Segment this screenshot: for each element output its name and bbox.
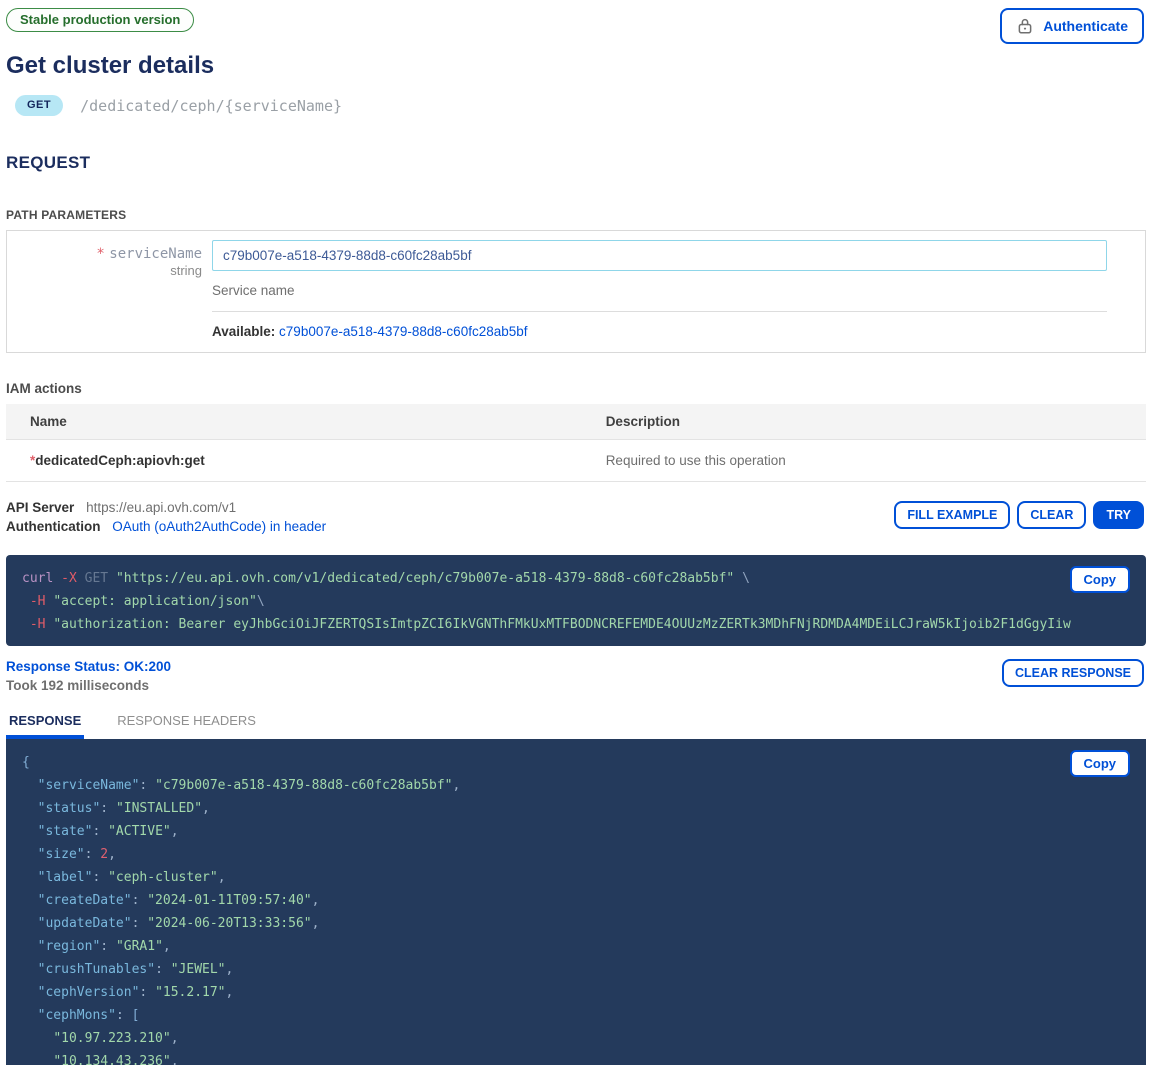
code-line: "label": "ceph-cluster", [22,866,1130,889]
curl-code-block: curl -X GET "https://eu.api.ovh.com/v1/d… [6,555,1146,646]
authenticate-button[interactable]: Authenticate [1000,8,1144,44]
code-line: "cephVersion": "15.2.17", [22,981,1130,1004]
available-label: Available: [212,324,275,339]
authenticate-label: Authenticate [1043,18,1128,34]
version-badge: Stable production version [6,8,194,32]
available-value-link[interactable]: c79b007e-a518-4379-88d8-c60fc28ab5bf [279,324,527,339]
response-json: { "serviceName": "c79b007e-a518-4379-88d… [22,751,1130,1065]
param-row: * serviceName string Service name Availa… [7,235,1145,339]
lock-icon [1016,17,1034,35]
iam-col-name: Name [6,404,582,440]
iam-col-description: Description [582,404,1146,440]
page-title: Get cluster details [6,52,1146,80]
path-parameters-title: PATH PARAMETERS [6,208,1146,222]
server-auth-block: API Server https://eu.api.ovh.com/v1 Aut… [6,499,1146,535]
code-line: "10.134.43.236", [22,1050,1130,1065]
iam-action-description: Required to use this operation [582,440,1146,482]
service-name-input[interactable] [212,240,1107,271]
code-line: "crushTunables": "JEWEL", [22,958,1130,981]
method-badge: GET [15,95,63,116]
code-line: "createDate": "2024-01-11T09:57:40", [22,889,1130,912]
action-buttons: FILL EXAMPLE CLEAR TRY [894,501,1144,529]
endpoint-row: GET /dedicated/ceph/{serviceName} [15,95,1146,116]
param-label-cell: * serviceName string [7,235,212,339]
code-line: "size": 2, [22,843,1130,866]
code-line: "status": "INSTALLED", [22,797,1130,820]
code-line: "10.97.223.210", [22,1027,1130,1050]
iam-header-row: Name Description [6,404,1146,440]
code-line: -H "accept: application/json"\ [22,590,1130,613]
clear-response-button[interactable]: CLEAR RESPONSE [1002,659,1144,687]
param-description: Service name [212,271,1107,312]
code-line: "updateDate": "2024-06-20T13:33:56", [22,912,1130,935]
response-code-block: { "serviceName": "c79b007e-a518-4379-88d… [6,739,1146,1065]
param-type: string [7,263,202,278]
response-meta: Response Status: OK:200 Took 192 millise… [6,659,1146,693]
code-line: curl -X GET "https://eu.api.ovh.com/v1/d… [22,567,1130,590]
top-bar: Stable production version Authenticate [6,8,1146,46]
required-marker: * [96,246,104,262]
api-server-value: https://eu.api.ovh.com/v1 [86,500,236,515]
response-tabs: RESPONSE RESPONSE HEADERS [6,713,1146,739]
copy-response-button[interactable]: Copy [1070,750,1131,777]
param-available: Available: c79b007e-a518-4379-88d8-c60fc… [212,312,1145,339]
table-row: *dedicatedCeph:apiovh:get Required to us… [6,440,1146,482]
code-line: { [22,751,1130,774]
tab-response-headers[interactable]: RESPONSE HEADERS [114,713,259,739]
authentication-label: Authentication [6,519,101,534]
code-line: -H "authorization: Bearer eyJhbGciOiJFZE… [22,613,1130,636]
code-line: "cephMons": [ [22,1004,1130,1027]
copy-curl-button[interactable]: Copy [1070,566,1131,593]
clear-button[interactable]: CLEAR [1017,501,1086,529]
code-line: "serviceName": "c79b007e-a518-4379-88d8-… [22,774,1130,797]
authentication-link[interactable]: OAuth (oAuth2AuthCode) in header [112,519,326,534]
curl-code: curl -X GET "https://eu.api.ovh.com/v1/d… [22,567,1130,636]
param-name: serviceName [109,246,202,262]
request-section-title: REQUEST [6,153,1146,173]
path-parameters-box: * serviceName string Service name Availa… [6,230,1146,353]
response-status: Response Status: OK:200 [6,659,1146,674]
tab-response[interactable]: RESPONSE [6,713,84,739]
param-value-cell: Service name Available: c79b007e-a518-43… [212,235,1145,339]
fill-example-button[interactable]: FILL EXAMPLE [894,501,1010,529]
api-console-page: Stable production version Authenticate G… [0,0,1152,1065]
api-server-label: API Server [6,500,74,515]
code-line: "region": "GRA1", [22,935,1130,958]
code-line: "state": "ACTIVE", [22,820,1130,843]
endpoint-path: /dedicated/ceph/{serviceName} [80,97,342,115]
iam-actions-table: Name Description *dedicatedCeph:apiovh:g… [6,404,1146,482]
response-took: Took 192 milliseconds [6,678,1146,693]
iam-action-name: *dedicatedCeph:apiovh:get [6,440,582,482]
iam-actions-title: IAM actions [6,381,1146,396]
try-button[interactable]: TRY [1093,501,1144,529]
